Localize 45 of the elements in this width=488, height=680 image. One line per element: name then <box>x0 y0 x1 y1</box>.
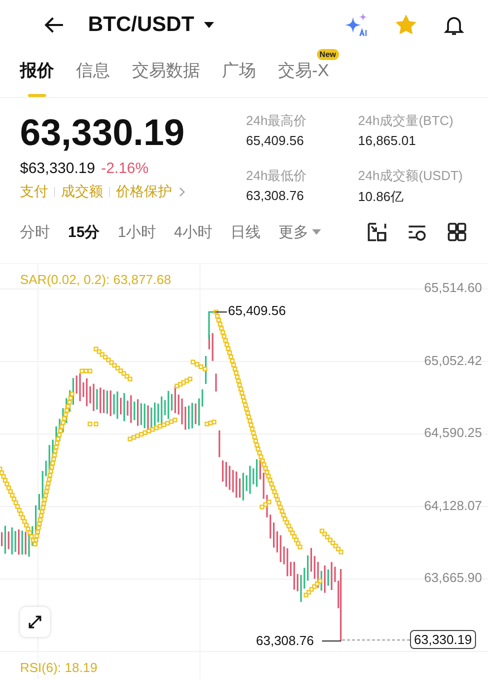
caret-icon[interactable] <box>204 22 214 28</box>
chart-crop-icon[interactable] <box>366 221 388 243</box>
last-price-tag: 63,330.19 <box>410 630 476 649</box>
axis-label: 63,665.90 <box>424 570 482 585</box>
tab[interactable]: 报价 <box>20 58 54 97</box>
stat-label: 24h成交额(USDT) <box>358 167 464 185</box>
expand-icon <box>26 613 44 631</box>
price-change: -2.16% <box>101 160 149 177</box>
usd-price: $63,330.19 <box>20 160 96 177</box>
layout-grid-icon[interactable] <box>446 221 468 243</box>
interval-tab[interactable]: 更多 <box>278 222 322 242</box>
axis-label: 64,590.25 <box>424 425 482 440</box>
pair-title[interactable]: BTC/USDT <box>88 13 194 37</box>
stat-value: 16,865.01 <box>358 133 417 148</box>
stat-value: 63,308.76 <box>246 188 305 203</box>
stat-label: 24h最高价 <box>246 112 308 130</box>
info-link[interactable]: 价格保护 <box>116 183 172 201</box>
caret-icon <box>312 229 322 235</box>
stat-value: 10.86亿 <box>358 188 405 206</box>
stat-label: 24h成交量(BTC) <box>358 112 454 130</box>
interval-tab[interactable]: 15分 <box>68 222 100 242</box>
axis-label: 64,128.07 <box>424 498 482 512</box>
interval-tab[interactable]: 分时 <box>20 222 50 242</box>
stat-label: 24h最低价 <box>246 167 308 185</box>
star-icon[interactable] <box>394 13 418 37</box>
interval-tab[interactable]: 日线 <box>230 222 260 242</box>
axis-label: 65,052.42 <box>424 352 482 368</box>
info-link[interactable]: 支付 <box>20 183 48 201</box>
tab[interactable]: 交易-X <box>278 58 329 97</box>
high-price-label: 65,409.56 <box>228 303 286 318</box>
axis-label: 65,514.60 <box>424 280 482 295</box>
new-badge: New <box>316 49 339 60</box>
tab[interactable]: 信息 <box>76 58 110 97</box>
info-link[interactable]: 成交额 <box>61 183 103 201</box>
tab[interactable]: 广场 <box>222 58 256 97</box>
interval-tab[interactable]: 4小时 <box>174 222 212 242</box>
indicator-label: SAR(0.02, 0.2): 63,877.68 <box>20 272 172 287</box>
tab[interactable]: 交易数据 <box>132 58 200 97</box>
low-price-label: 63,308.76 <box>256 633 314 648</box>
last-price: 63,330.19 <box>20 112 186 154</box>
leader-line <box>322 640 342 642</box>
expand-button[interactable] <box>20 607 50 637</box>
interval-tab[interactable]: 1小时 <box>118 222 156 242</box>
rsi-label: RSI(6): 18.19 <box>20 660 98 675</box>
stat-value: 65,409.56 <box>246 133 305 148</box>
